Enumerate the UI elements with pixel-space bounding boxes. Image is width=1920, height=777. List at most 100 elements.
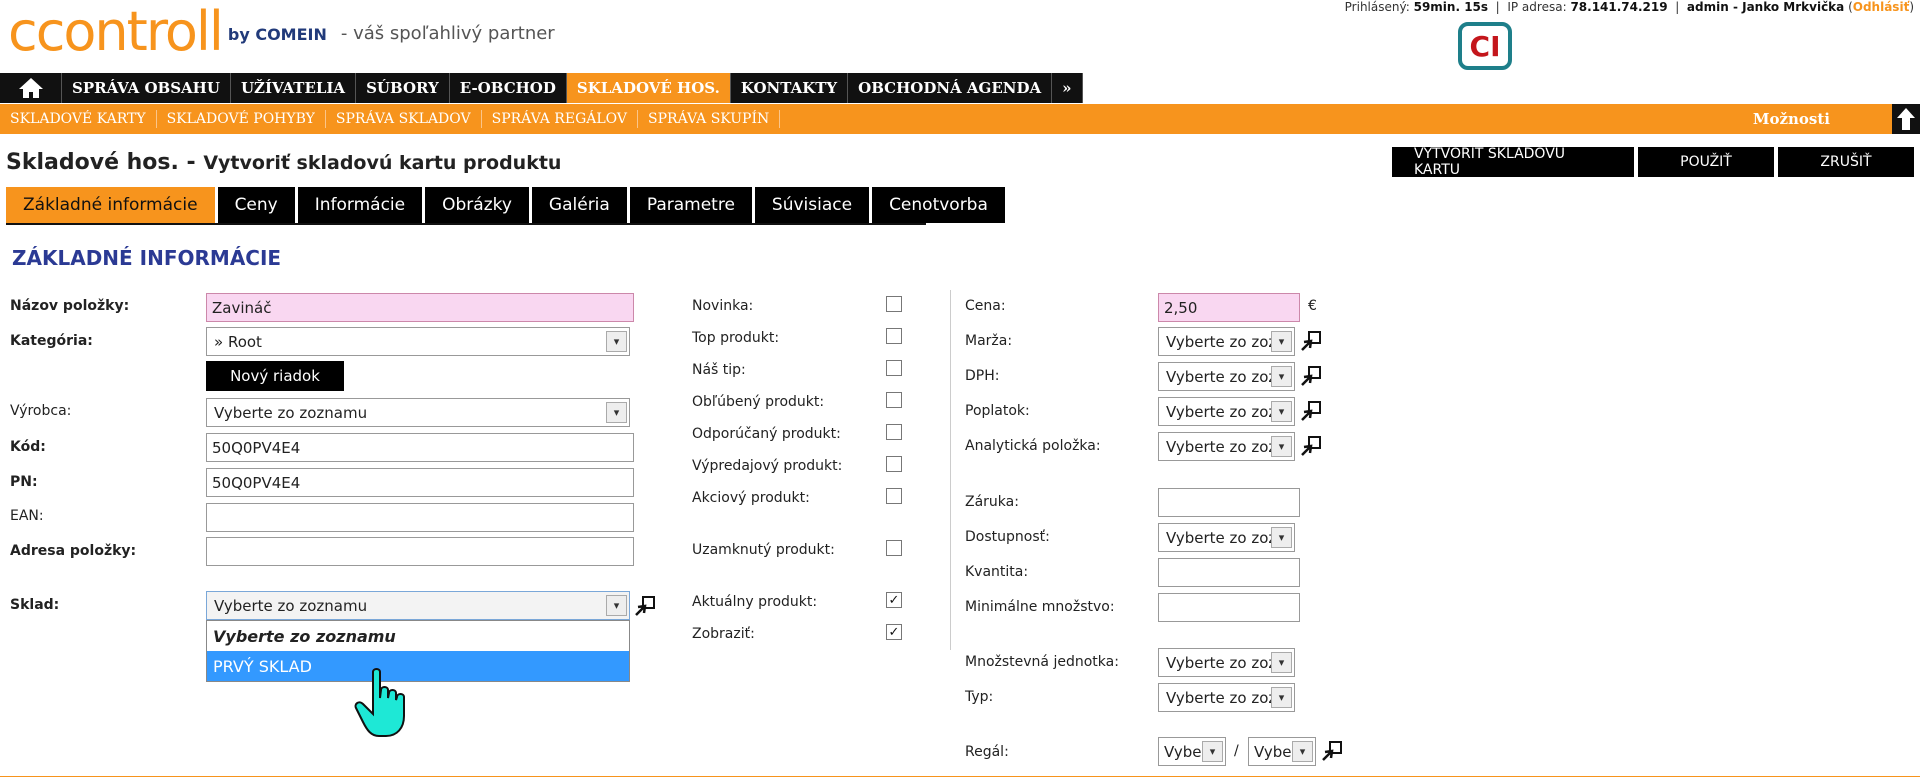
nav-sprava-obsahu[interactable]: SPRÁVA OBSAHU [62,73,231,103]
tab-parametre[interactable]: Parametre [629,187,752,223]
subnav-sprava-skupin[interactable]: SPRÁVA SKUPÍN [638,110,781,128]
tab-suvisiace[interactable]: Súvisiace [754,187,870,223]
nav-e-obchod[interactable]: E-OBCHOD [450,73,567,103]
logout-link[interactable]: Odhlásiť [1853,0,1910,14]
flag-checkbox[interactable] [886,296,902,312]
warehouse-select[interactable]: Vyberte zo zoznamu ▾ [206,591,630,620]
tab-galeria[interactable]: Galéria [531,187,627,223]
tab-cenotvorba[interactable]: Cenotvorba [872,187,1005,223]
shelf-label: Regál: [965,744,1009,760]
picker-icon[interactable] [1321,740,1343,762]
session-info: Prihlásený: 59min. 15s | IP adresa: 78.1… [1344,0,1914,14]
nav-obchodna-agenda[interactable]: OBCHODNÁ AGENDA [848,73,1053,103]
app-logo[interactable]: ccontroll by COMEIN - váš spoľahlivý par… [8,0,555,62]
analytic-select[interactable]: Vyberte zo zoz ▾ [1158,432,1295,461]
flag-checkbox[interactable] [886,392,902,408]
subnav-sprava-regalov[interactable]: SPRÁVA REGÁLOV [482,110,639,128]
quantity-label: Kvantita: [965,564,1029,580]
ean-input[interactable] [206,503,634,532]
category-select[interactable]: » Root ▾ [206,327,630,356]
shelf-select-1[interactable]: Vybe ▾ [1158,737,1226,766]
analytic-value: Vyberte zo zoz [1166,437,1277,456]
availability-label: Dostupnosť: [965,529,1050,545]
nav-more[interactable]: » [1052,73,1083,103]
options-menu[interactable]: Možnosti [1753,110,1830,128]
vat-value: Vyberte zo zoz [1166,367,1277,386]
address-label: Adresa položky: [10,543,137,559]
page-title-sub: Vytvoriť skladovú kartu produktu [203,152,562,174]
pn-input[interactable]: 50Q0PV4E4 [206,468,634,497]
create-card-button[interactable]: VYTVORIŤ SKLADOVÚ KARTU [1392,146,1634,178]
chevron-down-icon: ▾ [1292,741,1313,762]
unit-value: Vyberte zo zoz [1166,653,1277,672]
tab-informacie[interactable]: Informácie [297,187,423,223]
vat-select[interactable]: Vyberte zo zoz ▾ [1158,362,1295,391]
logo-slogan: - váš spoľahlivý partner [340,23,555,44]
manufacturer-value: Vyberte zo zoznamu [214,403,368,422]
shelf-separator: / [1234,743,1239,759]
nav-skladove-hos[interactable]: SKLADOVÉ HOS. [566,73,731,103]
flag-checkbox[interactable] [886,360,902,376]
cancel-button[interactable]: ZRUŠIŤ [1778,147,1914,177]
ci-logo-text: CI [1469,29,1501,63]
ci-logo: CI [1458,22,1512,70]
picker-icon[interactable] [1300,330,1322,352]
action-buttons: VYTVORIŤ SKLADOVÚ KARTU POUŽIŤ ZRUŠIŤ [1392,146,1914,178]
name-label: Názov položky: [10,298,130,314]
hand-cursor-icon [353,668,413,744]
warehouse-label: Sklad: [10,597,60,613]
session-prefix: Prihlásený: [1344,0,1410,14]
home-icon[interactable] [0,73,62,103]
nav-kontakty[interactable]: KONTAKTY [731,73,849,103]
flag-checkbox[interactable] [886,540,902,556]
name-input[interactable]: Zavináč [206,293,634,322]
page-title: Skladové hos. - Vytvoriť skladovú kartu … [6,150,561,175]
dropdown-option-selected[interactable]: PRVÝ SKLAD [207,651,629,681]
warranty-input[interactable] [1158,488,1300,517]
subnav-skladove-karty[interactable]: SKLADOVÉ KARTY [0,110,157,128]
shelf-select-2[interactable]: Vybe ▾ [1248,737,1316,766]
price-input[interactable]: 2,50 [1158,293,1300,322]
unit-select[interactable]: Vyberte zo zoz ▾ [1158,648,1295,677]
flag-label: Top produkt: [692,330,780,346]
availability-select[interactable]: Vyberte zo zoz ▾ [1158,523,1295,552]
chevron-down-icon: ▾ [1271,652,1292,673]
margin-select[interactable]: Vyberte zo zoz ▾ [1158,327,1295,356]
flag-checkbox[interactable] [886,456,902,472]
dropdown-option[interactable]: Vyberte zo zoznamu [207,621,629,651]
type-select[interactable]: Vyberte zo zoz ▾ [1158,683,1295,712]
flag-checkbox[interactable] [886,488,902,504]
warehouse-value: Vyberte zo zoznamu [214,596,368,615]
nav-subory[interactable]: SÚBORY [356,73,450,103]
new-row-button[interactable]: Nový riadok [206,361,344,391]
picker-icon[interactable] [1300,400,1322,422]
code-input[interactable]: 50Q0PV4E4 [206,433,634,462]
shelf-value-1: Vybe [1164,742,1202,761]
subnav-skladove-pohyby[interactable]: SKLADOVÉ POHYBY [157,110,326,128]
manufacturer-select[interactable]: Vyberte zo zoznamu ▾ [206,398,630,427]
scroll-up-icon[interactable] [1892,104,1920,134]
picker-icon[interactable] [1300,435,1322,457]
picker-icon[interactable] [1300,365,1322,387]
flag-checkbox[interactable]: ✓ [886,624,902,640]
picker-icon[interactable] [634,595,656,617]
ip-label: IP adresa: [1507,0,1567,14]
address-input[interactable] [206,537,634,566]
quantity-input[interactable] [1158,558,1300,587]
check-mark-icon: ✓ [888,624,900,640]
flag-checkbox[interactable] [886,328,902,344]
price-label: Cena: [965,298,1006,314]
subnav-sprava-skladov[interactable]: SPRÁVA SKLADOV [326,110,482,128]
flag-checkbox[interactable] [886,424,902,440]
tab-zakladne-informacie[interactable]: Základné informácie [6,187,215,223]
tab-obrazky[interactable]: Obrázky [425,187,529,223]
tab-ceny[interactable]: Ceny [217,187,295,223]
fee-select[interactable]: Vyberte zo zoz ▾ [1158,397,1295,426]
chevron-down-icon: ▾ [606,595,627,616]
min-qty-input[interactable] [1158,593,1300,622]
apply-button[interactable]: POUŽIŤ [1638,147,1774,177]
nav-uzivatelia[interactable]: UŽÍVATELIA [231,73,357,103]
type-value: Vyberte zo zoz [1166,688,1277,707]
flag-checkbox[interactable]: ✓ [886,592,902,608]
min-qty-label: Minimálne množstvo: [965,599,1115,615]
